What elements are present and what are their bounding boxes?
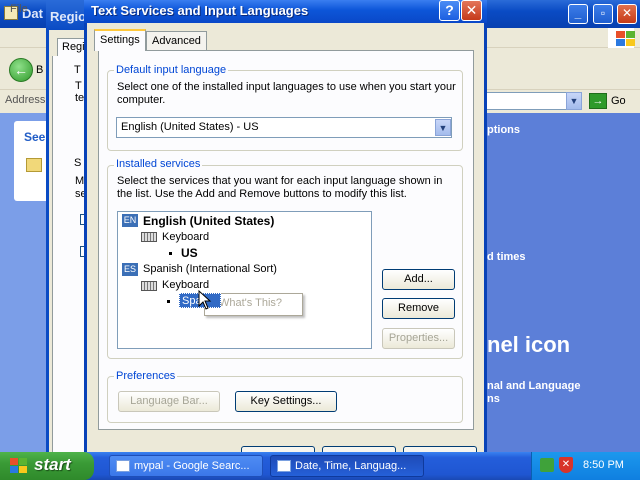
language-bar-button[interactable]: Language Bar...	[118, 391, 220, 412]
regional-fragment-4: S	[74, 157, 82, 169]
security-shield-icon[interactable]: ✕	[559, 457, 573, 473]
right-pane-text-1[interactable]: ptions	[487, 124, 520, 136]
back-button-label[interactable]: B	[36, 64, 43, 76]
language-badge-es: ES	[122, 263, 138, 276]
control-panel-category-pane	[486, 113, 640, 452]
folder-icon	[26, 158, 42, 172]
go-arrow-icon[interactable]: →	[589, 93, 607, 109]
key-settings-button[interactable]: Key Settings...	[235, 391, 337, 412]
bullet-icon	[167, 300, 170, 303]
default-input-description: Select one of the installed input langua…	[117, 81, 456, 106]
close-icon[interactable]: ✕	[461, 0, 482, 21]
clock[interactable]: 8:50 PM	[583, 459, 624, 471]
installed-services-label: Installed services	[114, 158, 203, 170]
mouse-pointer-icon	[198, 290, 212, 310]
address-dropdown-icon[interactable]: ▼	[566, 92, 582, 110]
menu-file[interactable]: File	[10, 3, 28, 15]
back-arrow-icon[interactable]: ←	[9, 58, 33, 82]
chevron-down-icon[interactable]: ▼	[435, 119, 451, 136]
go-button-label[interactable]: Go	[611, 95, 626, 107]
preferences-label: Preferences	[114, 370, 178, 382]
keyboard-icon	[141, 281, 157, 291]
regional-fragment-1: T	[74, 64, 81, 76]
default-input-language-label: Default input language	[114, 64, 229, 76]
regional-fragment-5: M	[75, 175, 85, 187]
right-pane-text-2[interactable]: d times	[487, 251, 526, 263]
regional-fragment-2: T	[75, 80, 82, 92]
taskbar-item-date-time[interactable]: Date, Time, Languag...	[270, 455, 424, 477]
regional-fragment-3: te	[75, 92, 85, 104]
background-close-icon[interactable]: ✕	[617, 4, 637, 24]
help-icon[interactable]: ?	[439, 0, 460, 21]
tab-advanced[interactable]: Advanced	[146, 31, 207, 50]
right-pane-text-4[interactable]: ns	[487, 393, 500, 405]
tree-item-english-keyboard[interactable]: Keyboard	[162, 231, 209, 244]
dialog-title: Text Services and Input Languages	[91, 3, 309, 18]
minimize-icon[interactable]: _	[568, 4, 588, 24]
right-pane-text-3[interactable]: nal and Language	[487, 380, 581, 392]
keyboard-icon	[141, 232, 157, 242]
tab-settings[interactable]: Settings	[94, 29, 146, 51]
network-icon[interactable]	[540, 458, 554, 472]
maximize-icon[interactable]: ▫	[593, 4, 613, 24]
windows-start-logo-icon	[10, 458, 28, 474]
properties-button[interactable]: Properties...	[382, 328, 455, 349]
default-input-language-select[interactable]: English (United States) - US	[116, 117, 452, 138]
left-card-title[interactable]: See	[24, 130, 45, 144]
taskbar-item-mypal[interactable]: mypal - Google Searc...	[109, 455, 263, 477]
context-menu-whats-this[interactable]: What's This?	[219, 297, 282, 309]
browser-icon	[116, 460, 130, 472]
address-label: Address	[5, 94, 46, 106]
add-button[interactable]: Add...	[382, 269, 455, 290]
regional-dialog-title: Regio	[50, 9, 87, 24]
tree-item-english[interactable]: English (United States)	[143, 214, 274, 228]
windows-logo-icon	[608, 28, 635, 48]
tree-item-spanish[interactable]: Spanish (International Sort)	[143, 263, 277, 276]
bullet-icon	[169, 252, 172, 255]
right-pane-heading: nel icon	[487, 332, 571, 357]
tree-item-us-layout[interactable]: US	[181, 246, 198, 260]
installed-services-description: Select the services that you want for ea…	[117, 175, 443, 200]
control-panel-icon	[277, 460, 291, 472]
remove-button[interactable]: Remove	[382, 298, 455, 319]
language-badge-en: EN	[122, 214, 138, 227]
